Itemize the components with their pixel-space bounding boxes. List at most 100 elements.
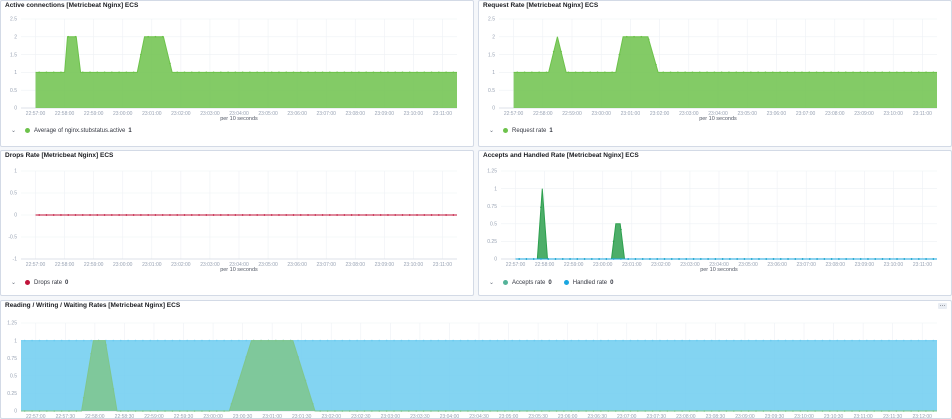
data-point [659,339,661,342]
data-point [910,410,913,412]
x-tick-label: 22:58:00 [85,414,105,419]
data-point [735,71,738,74]
data-point [673,339,676,342]
data-point [548,410,551,412]
x-tick-label: 23:04:30 [469,414,489,419]
data-point [23,410,26,412]
legend-item[interactable]: Request rate 1 [503,128,553,134]
legend: ⌄ Request rate 1 [489,127,565,135]
data-point [297,356,299,358]
data-point [710,339,713,342]
x-tick-label: 23:00:30 [233,414,253,419]
x-tick-label: 22:59:30 [174,414,194,419]
data-point [547,258,550,260]
data-point [614,339,617,342]
accepts-handled-chart: 00.250.50.7511.2522:57:00 22:58:00 22:59:0… [487,169,937,268]
data-point [89,71,91,74]
x-tick-label: 23:09:30 [765,414,785,419]
data-point [178,339,181,342]
data-point [583,258,586,260]
data-point [792,339,794,342]
legend-item-handled[interactable]: Handled rate 0 [563,280,613,286]
data-point [190,214,193,216]
series-area [21,340,937,411]
data-point [714,258,717,260]
data-point [164,339,166,342]
data-point [852,258,855,260]
data-point [633,35,635,38]
panel-drops-rate: Drops Rate [Metricbeat Nginx] ECS -1 -0.5… [0,150,474,296]
data-point [430,339,432,342]
data-point [777,339,780,342]
legend-item[interactable]: Drops rate 0 [25,280,68,286]
data-point [289,339,292,342]
legend-item-accepts[interactable]: Accepts rate 0 [503,280,552,286]
request-rate-chart: 00.511.522.522:57:00 22:58:00 22:59:00 23:0… [488,17,937,117]
data-point [82,339,85,342]
data-point [171,410,174,412]
data-point [60,410,63,412]
data-point [822,71,825,74]
data-point [932,258,935,260]
data-point [758,258,760,260]
data-point [932,339,935,342]
data-point [538,71,541,74]
data-point [415,339,418,342]
data-point [326,339,329,342]
data-point [874,258,877,260]
data-point [304,339,307,342]
data-point [205,71,208,74]
data-point [540,410,543,412]
data-point [321,214,324,216]
data-point [82,396,85,399]
data-point [718,339,720,342]
data-point [314,214,317,216]
data-point [888,410,890,412]
data-point [725,339,728,342]
data-point [787,258,789,260]
data-point [607,339,610,342]
data-point [370,339,373,342]
data-point [902,410,905,412]
data-point [193,410,196,412]
data-point [171,339,174,342]
data-point [223,410,226,412]
data-point [728,71,730,74]
data-point [823,258,826,260]
data-point [732,339,735,342]
legend-item[interactable]: Average of nginx.stubstatus.active 1 [25,128,132,134]
x-tick-label: 23:10:30 [824,414,844,419]
data-point [666,339,669,342]
data-point [706,71,708,74]
data-point [467,339,469,342]
data-point [422,410,425,412]
data-point [190,71,193,74]
data-point [60,71,62,74]
data-point [843,410,846,412]
data-point [582,71,584,74]
data-point [685,258,688,260]
data-point [843,339,846,342]
data-point [649,258,651,260]
data-point [530,71,533,74]
data-point [393,410,395,412]
data-point [260,339,262,342]
legend-toggle-icon[interactable]: ⌄ [489,127,494,134]
data-point [379,71,382,74]
x-tick-label: 23:12:00 [912,414,932,419]
data-point [241,71,244,74]
data-point [38,71,41,74]
data-point [636,410,639,412]
data-point [496,410,499,412]
legend-toggle-icon[interactable]: ⌄ [11,127,16,134]
legend-toggle-icon[interactable]: ⌄ [11,279,16,286]
data-point [629,339,632,342]
data-point [917,71,920,74]
data-point [53,339,56,342]
data-point [343,71,346,74]
data-point [119,339,122,342]
legend-toggle-icon[interactable]: ⌄ [489,279,494,286]
data-point [634,258,637,260]
y-tick-label: 1 [14,70,17,76]
data-point [96,71,99,74]
